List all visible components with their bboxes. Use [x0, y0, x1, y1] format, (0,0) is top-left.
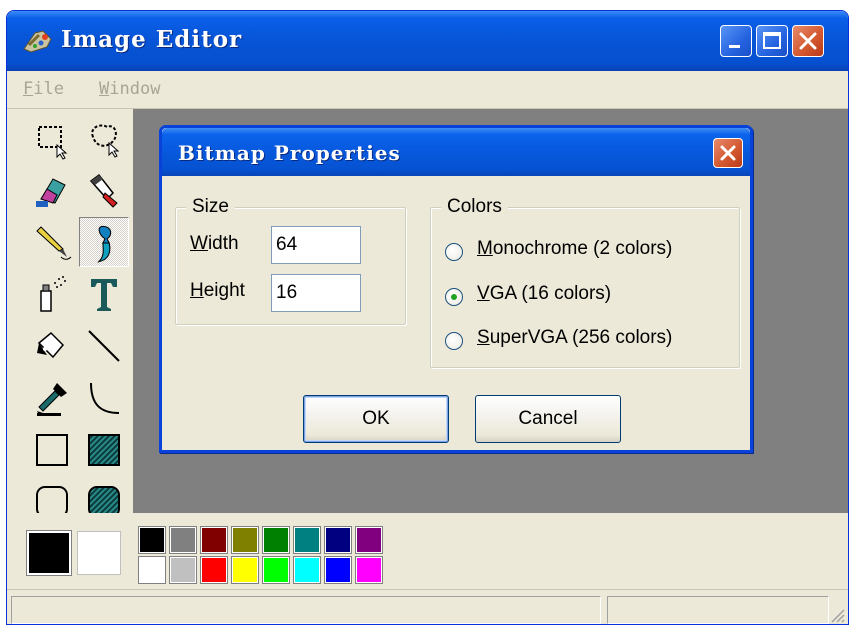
menu-bar: File Window — [7, 71, 848, 109]
menu-file[interactable]: File — [23, 79, 64, 99]
color-palette — [7, 513, 848, 589]
color-swatch[interactable] — [231, 556, 259, 584]
curve-tool[interactable] — [79, 373, 129, 423]
curve-icon — [90, 382, 120, 414]
airbrush-tool[interactable] — [27, 269, 77, 319]
resize-grip-icon[interactable] — [828, 606, 846, 624]
height-label: Height — [190, 280, 245, 301]
maximize-button[interactable] — [756, 25, 788, 57]
filled-rectangle-icon — [88, 434, 120, 466]
rounded-rect-icon — [36, 486, 68, 513]
radio-monochrome-label: Monochrome (2 colors) — [477, 238, 673, 259]
color-swatch[interactable] — [355, 556, 383, 584]
pen-icon — [37, 331, 65, 359]
color-swatch[interactable] — [262, 556, 290, 584]
color-picker-icon — [37, 383, 67, 416]
pen-tool[interactable] — [27, 321, 77, 371]
minimize-icon — [729, 45, 740, 48]
color-swatch[interactable] — [231, 526, 259, 554]
paint-brush-app-icon — [21, 25, 55, 55]
pencil-tool[interactable] — [27, 217, 77, 267]
radio-vga-label: VGA (16 colors) — [477, 283, 612, 304]
size-groupbox: Size Width Height — [175, 196, 406, 325]
colors-group-label: Colors — [441, 196, 508, 218]
dialog-close-button[interactable] — [713, 138, 743, 168]
color-swatch[interactable] — [262, 526, 290, 554]
color-swatch[interactable] — [169, 526, 197, 554]
bitmap-properties-dialog: Bitmap Properties Size Width Height Colo… — [159, 125, 753, 453]
color-swatch[interactable] — [200, 526, 228, 554]
filled-rounded-rect-icon — [88, 486, 120, 513]
color-picker-tool[interactable] — [27, 373, 77, 423]
color-swatch[interactable] — [355, 526, 383, 554]
close-button[interactable] — [792, 25, 824, 57]
color-swatch[interactable] — [293, 526, 321, 554]
radio-button[interactable] — [445, 288, 463, 306]
close-icon — [720, 145, 736, 161]
radio-button[interactable] — [445, 243, 463, 261]
close-icon — [799, 32, 817, 50]
rect-select-icon — [38, 126, 68, 160]
radio-selected-dot — [451, 294, 457, 300]
width-label: Width — [190, 233, 239, 254]
window-title: Image Editor — [61, 26, 243, 53]
background-color[interactable] — [77, 531, 121, 575]
rectangle-icon — [36, 434, 68, 466]
line-icon — [88, 330, 120, 362]
status-panel-main — [11, 596, 601, 624]
image-editor-window: Image Editor File Window Bitmap Properti… — [6, 10, 849, 625]
fill-icon — [89, 173, 118, 208]
fill-tool[interactable] — [79, 165, 129, 215]
status-bar — [7, 589, 848, 624]
menu-window[interactable]: Window — [99, 79, 160, 99]
cancel-button[interactable]: Cancel — [475, 395, 621, 443]
free-select-icon — [91, 124, 120, 158]
line-tool[interactable] — [79, 321, 129, 371]
dialog-title-bar[interactable]: Bitmap Properties — [162, 128, 750, 176]
dialog-title: Bitmap Properties — [178, 141, 401, 165]
color-swatch[interactable] — [138, 556, 166, 584]
free-select-tool[interactable] — [79, 115, 129, 165]
rectangle-tool[interactable] — [27, 425, 77, 475]
airbrush-icon — [40, 276, 66, 312]
filled-rectangle-tool[interactable] — [79, 425, 129, 475]
title-bar[interactable]: Image Editor — [7, 11, 848, 71]
brush-icon — [97, 225, 112, 263]
minimize-button[interactable] — [720, 25, 752, 57]
radio-supervga-label: SuperVGA (256 colors) — [477, 327, 673, 348]
text-tool[interactable] — [79, 269, 129, 319]
foreground-color[interactable] — [26, 530, 72, 576]
size-group-label: Size — [186, 196, 235, 218]
ok-button[interactable]: OK — [303, 395, 449, 443]
maximize-icon — [763, 32, 781, 49]
status-panel-secondary — [607, 596, 829, 624]
pencil-icon — [36, 226, 72, 260]
rect-select-tool[interactable] — [27, 115, 77, 165]
eraser-icon — [36, 178, 66, 207]
color-swatch[interactable] — [169, 556, 197, 584]
eraser-tool[interactable] — [27, 165, 77, 215]
text-icon — [91, 279, 117, 311]
color-swatch[interactable] — [200, 556, 228, 584]
height-input[interactable] — [271, 274, 361, 312]
brush-tool[interactable] — [79, 217, 129, 267]
toolbox — [21, 113, 129, 513]
width-input[interactable] — [271, 226, 361, 264]
radio-button[interactable] — [445, 332, 463, 350]
colors-groupbox: Colors Monochrome (2 colors) VGA (16 col… — [430, 196, 740, 368]
color-swatch[interactable] — [293, 556, 321, 584]
color-swatch[interactable] — [324, 526, 352, 554]
filled-rounded-rect-tool[interactable] — [79, 477, 129, 513]
rounded-rect-tool[interactable] — [27, 477, 77, 513]
color-swatch[interactable] — [324, 556, 352, 584]
color-swatch[interactable] — [138, 526, 166, 554]
